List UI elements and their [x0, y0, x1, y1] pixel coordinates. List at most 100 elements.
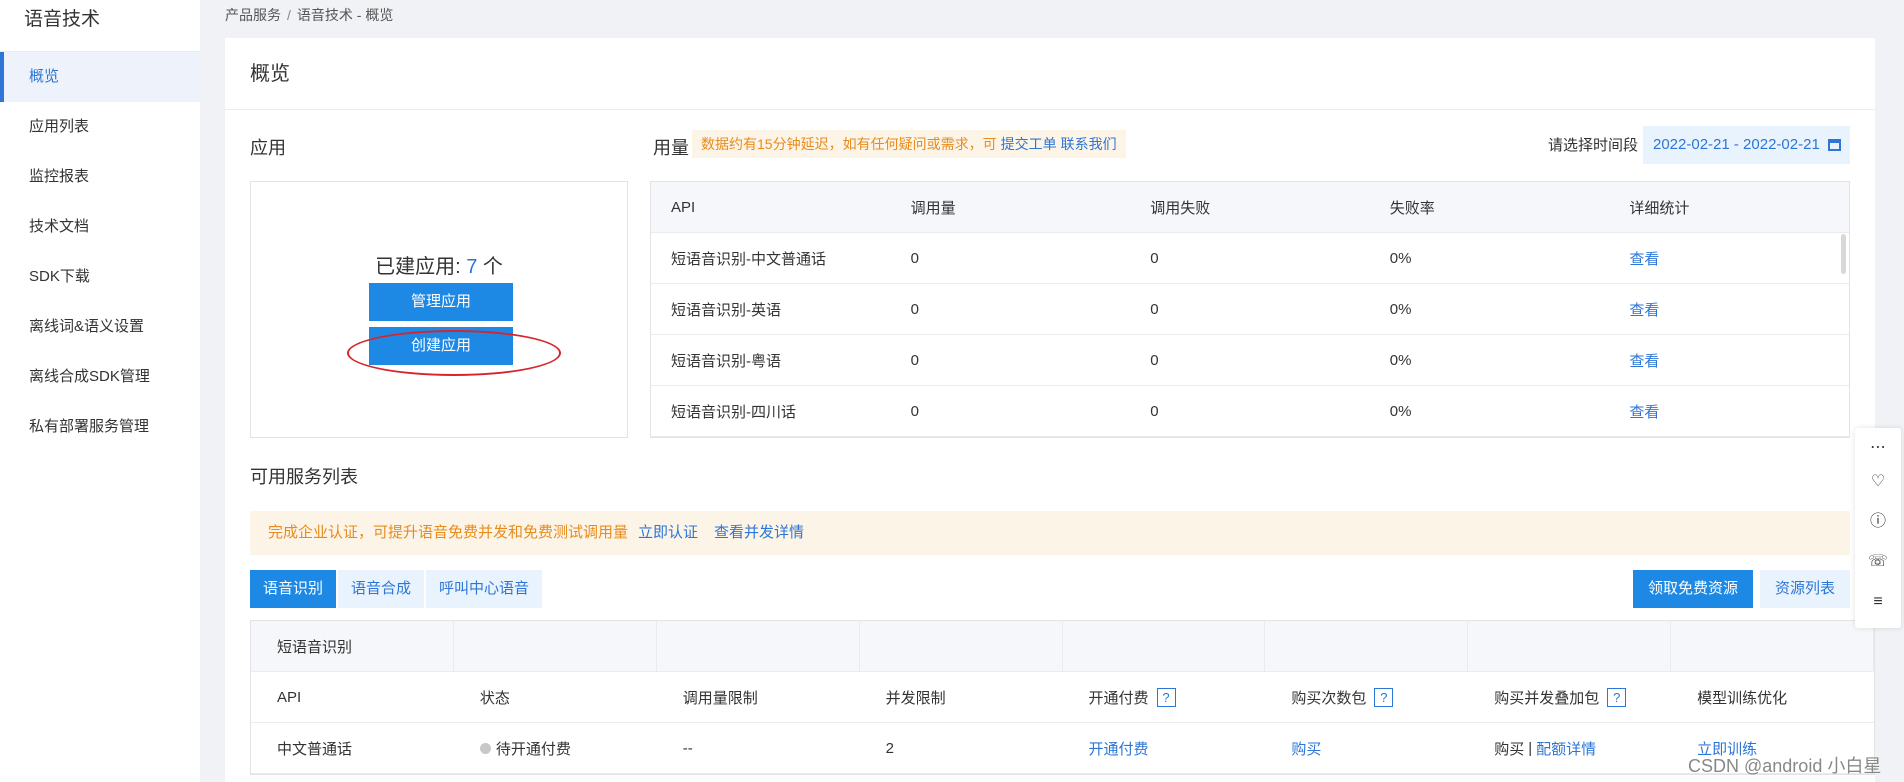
breadcrumb: 产品服务 / 语音技术 - 概览	[225, 5, 393, 25]
sidebar-item-app-list[interactable]: 应用列表	[0, 102, 200, 152]
buy-concurrency-link[interactable]: 购买	[1494, 738, 1524, 759]
quota-detail-link[interactable]: 配额详情	[1536, 738, 1596, 759]
enterprise-verify-notice: 完成企业认证，可提升语音免费并发和免费测试调用量 立即认证 查看并发详情	[250, 511, 1850, 555]
status-dot-icon	[479, 742, 491, 754]
usage-col-fails: 调用失败	[1150, 199, 1211, 217]
sidebar: 语音技术 概览 应用列表 监控报表 技术文档 SDK下载 离线词&语义设置 离线…	[0, 0, 200, 782]
help-icon[interactable]: ?	[1374, 687, 1394, 707]
submit-ticket-link[interactable]: 提交工单	[1001, 136, 1057, 152]
svc-buy-concurrency: 购买 | 配额详情	[1468, 723, 1671, 773]
table-row: 中文普通话 待开通付费 -- 2 开通付费 购买 购买 | 配额详情 立即训练	[251, 723, 1874, 774]
usage-api: 短语音识别-粤语	[671, 352, 781, 370]
services-section-title: 可用服务列表	[250, 467, 358, 487]
svc-col-buy-concurrency-label: 购买并发叠加包	[1494, 689, 1600, 707]
group-cell	[657, 621, 860, 671]
app-count-number: 7	[466, 256, 478, 278]
svc-col-call-limit: 调用量限制	[682, 689, 758, 707]
breadcrumb-current: 语音技术 - 概览	[296, 7, 394, 23]
help-circle-icon[interactable]: ⓘ	[1868, 512, 1888, 532]
buy-package-link[interactable]: 购买	[1265, 723, 1468, 773]
date-range-picker[interactable]: 2022-02-21 - 2022-02-21	[1643, 126, 1850, 164]
svc-col-pay-label: 开通付费	[1088, 689, 1149, 707]
sidebar-item-tech-docs[interactable]: 技术文档	[0, 202, 200, 252]
resource-list-button[interactable]: 资源列表	[1760, 570, 1851, 608]
group-cell	[860, 621, 1063, 671]
svc-concurrency: 2	[885, 739, 894, 757]
view-detail-link[interactable]: 查看	[1609, 248, 1849, 269]
usage-calls: 0	[910, 402, 919, 420]
phone-icon[interactable]: ☏	[1868, 552, 1888, 572]
sidebar-item-private-deploy[interactable]: 私有部署服务管理	[0, 402, 200, 452]
concurrency-detail-link[interactable]: 查看并发详情	[714, 524, 804, 541]
app-count: 已建应用: 7 个	[251, 250, 627, 279]
heart-icon[interactable]: ♡	[1868, 472, 1888, 492]
time-range-label: 请选择时间段	[1548, 137, 1639, 154]
drag-handle-icon[interactable]: ⋯	[1868, 438, 1888, 458]
table-row: 短语音识别-中文普通话 0 0 0% 查看	[651, 233, 1849, 284]
usage-calls: 0	[910, 351, 919, 369]
app-count-unit: 个	[477, 256, 503, 278]
view-detail-link[interactable]: 查看	[1609, 350, 1849, 371]
usage-col-api: API	[671, 198, 696, 216]
breadcrumb-separator: /	[287, 7, 291, 23]
group-cell	[1671, 621, 1874, 671]
usage-fails: 0	[1150, 402, 1159, 420]
tab-speech-recognition[interactable]: 语音识别	[250, 570, 337, 608]
table-row: 短语音识别-四川话 0 0 0% 查看	[651, 386, 1849, 437]
breadcrumb-root[interactable]: 产品服务	[225, 7, 281, 23]
help-icon[interactable]: ?	[1156, 687, 1176, 707]
svc-col-train: 模型训练优化	[1697, 689, 1788, 707]
sidebar-item-offline-tts-sdk[interactable]: 离线合成SDK管理	[0, 352, 200, 402]
view-detail-link[interactable]: 查看	[1609, 401, 1849, 422]
usage-table-scrollbar[interactable]	[1841, 234, 1846, 274]
usage-fails: 0	[1150, 351, 1159, 369]
sidebar-item-overview[interactable]: 概览	[0, 52, 200, 102]
sidebar-item-sdk-download[interactable]: SDK下载	[0, 252, 200, 302]
usage-rate: 0%	[1389, 249, 1412, 267]
tab-speech-synthesis[interactable]: 语音合成	[338, 570, 425, 608]
calendar-icon	[1828, 139, 1841, 151]
help-icon[interactable]: ?	[1607, 687, 1627, 707]
main-card: 概览 应用 已建应用: 7 个 管理应用 创建应用 用量 数据约有15分钟延迟，…	[225, 38, 1875, 782]
sidebar-item-offline-words[interactable]: 离线词&语义设置	[0, 302, 200, 352]
usage-fails: 0	[1150, 249, 1159, 267]
service-tabs: 语音识别 语音合成 呼叫中心语音	[250, 570, 544, 608]
back-to-top-icon[interactable]: ≡	[1868, 592, 1888, 612]
page-title: 概览	[225, 38, 1875, 110]
sidebar-item-monitor-report[interactable]: 监控报表	[0, 152, 200, 202]
claim-free-resources-button[interactable]: 领取免费资源	[1633, 570, 1754, 608]
floating-toolbar: ⋯ ♡ ⓘ ☏ ≡	[1855, 428, 1901, 628]
svc-col-buy-label: 购买次数包	[1291, 689, 1367, 707]
tab-call-center[interactable]: 呼叫中心语音	[426, 570, 543, 608]
verify-now-link[interactable]: 立即认证	[638, 524, 698, 541]
svc-col-pay: 开通付费?	[1063, 672, 1266, 722]
svc-status-text: 待开通付费	[495, 740, 571, 758]
svc-col-status: 状态	[479, 689, 510, 707]
usage-rate: 0%	[1389, 402, 1412, 420]
services-group-row: 短语音识别	[251, 621, 1874, 672]
svc-api: 中文普通话	[277, 740, 353, 758]
svc-call-limit: --	[682, 739, 693, 757]
usage-api: 短语音识别-英语	[671, 301, 781, 319]
svc-col-concurrency: 并发限制	[885, 689, 946, 707]
view-detail-link[interactable]: 查看	[1609, 299, 1849, 320]
group-cell	[1265, 621, 1469, 671]
svc-col-api: API	[277, 688, 302, 706]
table-row: 短语音识别-粤语 0 0 0% 查看	[651, 335, 1849, 386]
group-cell	[1063, 621, 1266, 671]
usage-table: API 调用量 调用失败 失败率 详细统计 短语音识别-中文普通话 0 0 0%…	[650, 181, 1850, 438]
create-app-button[interactable]: 创建应用	[369, 327, 513, 365]
services-group-label: 短语音识别	[251, 621, 454, 671]
table-row: 短语音识别-英语 0 0 0% 查看	[651, 284, 1849, 335]
sidebar-title: 语音技术	[0, 0, 200, 52]
apps-box: 已建应用: 7 个 管理应用 创建应用	[250, 181, 628, 438]
usage-section-title: 用量	[653, 138, 689, 158]
usage-calls: 0	[910, 300, 919, 318]
contact-us-link[interactable]: 联系我们	[1061, 136, 1117, 152]
enable-pay-link[interactable]: 开通付费	[1063, 723, 1266, 773]
usage-calls: 0	[910, 249, 919, 267]
usage-col-rate: 失败率	[1389, 199, 1435, 217]
manage-apps-button[interactable]: 管理应用	[369, 283, 513, 321]
svc-col-buy: 购买次数包?	[1265, 672, 1468, 722]
usage-col-calls: 调用量	[910, 199, 956, 217]
